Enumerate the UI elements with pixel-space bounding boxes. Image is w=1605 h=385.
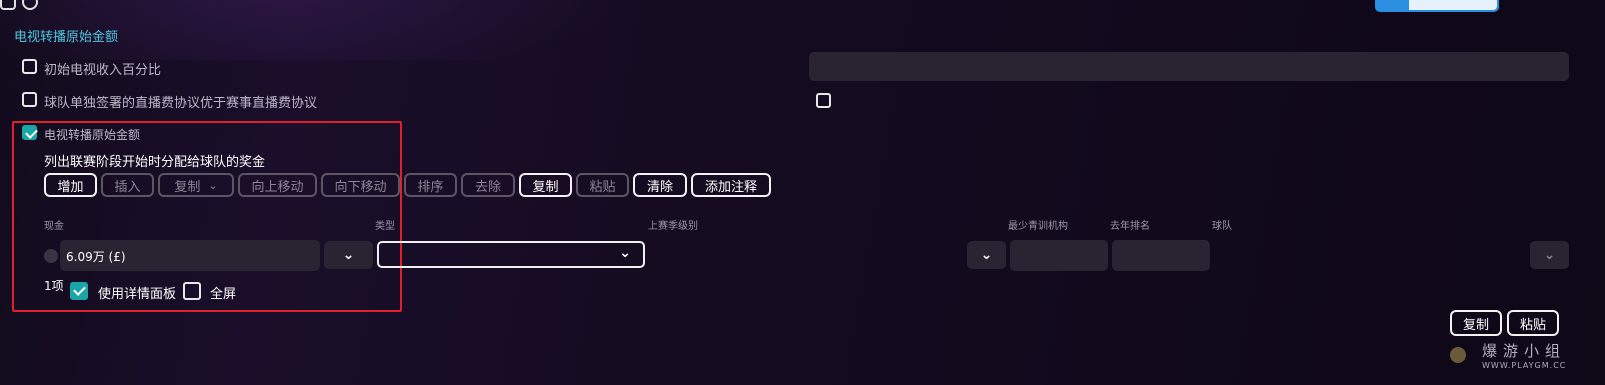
chevron-down-icon: ⌄ [980,247,993,263]
chevron-down-icon: ⌄ [342,247,355,263]
move-down-button[interactable]: 向下移动 [321,173,400,197]
initial-tv-pct-input[interactable] [809,52,1569,81]
copy-dropdown-button[interactable]: 复制 ⌄ [158,173,234,197]
chevron-down-icon: ⌄ [1543,247,1556,263]
column-header-min-youth: 最少青训机构 [1008,221,1068,232]
last-season-level-dropdown[interactable]: ⌄ [967,241,1006,269]
section-header: 电视转播原始金额 [14,30,119,45]
initial-tv-pct-checkbox[interactable] [22,59,37,74]
cash-input[interactable]: 6.09万 (£) [60,240,320,271]
initial-tv-pct-label: 初始电视收入百分比 [44,63,162,78]
tv-raw-amount-checkbox[interactable] [22,125,37,140]
add-button[interactable]: 增加 [44,173,97,197]
app-icon [0,0,16,10]
column-header-team: 球队 [1212,221,1232,232]
cash-value: 6.09万 (£) [66,250,126,264]
team-deal-priority-checkbox[interactable] [22,92,37,107]
type-select[interactable]: ⌄ [377,241,645,268]
move-up-button[interactable]: 向上移动 [238,173,317,197]
column-header-last-year-rank: 去年排名 [1110,221,1150,232]
column-header-type: 类型 [375,221,395,232]
remove-button[interactable]: 去除 [461,173,515,197]
row-check-icon [44,249,58,263]
use-detail-panel-checkbox[interactable] [70,282,88,300]
chevron-down-icon: ⌄ [208,178,218,192]
copy-dropdown-label: 复制 [174,179,201,195]
tv-raw-amount-label: 电视转播原始金额 [44,128,141,142]
team-deal-priority-value-checkbox[interactable] [816,93,831,108]
column-header-cash: 现金 [44,221,64,232]
sort-button[interactable]: 排序 [404,173,457,197]
watermark-text: 爆游小组 [1482,342,1567,360]
last-year-rank-input[interactable] [1112,240,1210,271]
add-note-button[interactable]: 添加注释 [691,173,771,197]
insert-button[interactable]: 插入 [101,173,154,197]
chevron-down-icon: ⌄ [619,245,631,261]
bottom-paste-button[interactable]: 粘贴 [1507,310,1559,336]
use-detail-panel-label: 使用详情面板 [98,287,177,302]
top-toggle-chip[interactable] [1375,0,1499,12]
paste-button[interactable]: 粘贴 [576,173,629,197]
team-dropdown[interactable]: ⌄ [1530,241,1569,269]
cash-unit-dropdown[interactable]: ⌄ [324,241,373,269]
clear-button[interactable]: 清除 [633,173,687,197]
group-description: 列出联赛阶段开始时分配给球队的奖金 [44,155,266,170]
fullscreen-checkbox[interactable] [183,282,201,300]
fullscreen-label: 全屏 [210,287,237,302]
column-header-last-season-level: 上赛季级别 [648,221,698,232]
watermark-logo-icon [1450,347,1466,363]
min-youth-input[interactable] [1010,240,1108,271]
bottom-copy-button[interactable]: 复制 [1450,310,1502,336]
copy-button[interactable]: 复制 [519,173,572,197]
team-deal-priority-label: 球队单独签署的直播费协议优于赛事直播费协议 [44,96,318,111]
item-count: 1项 [44,279,64,293]
watermark-url: WWW.PLAYGM.CC [1482,361,1567,370]
